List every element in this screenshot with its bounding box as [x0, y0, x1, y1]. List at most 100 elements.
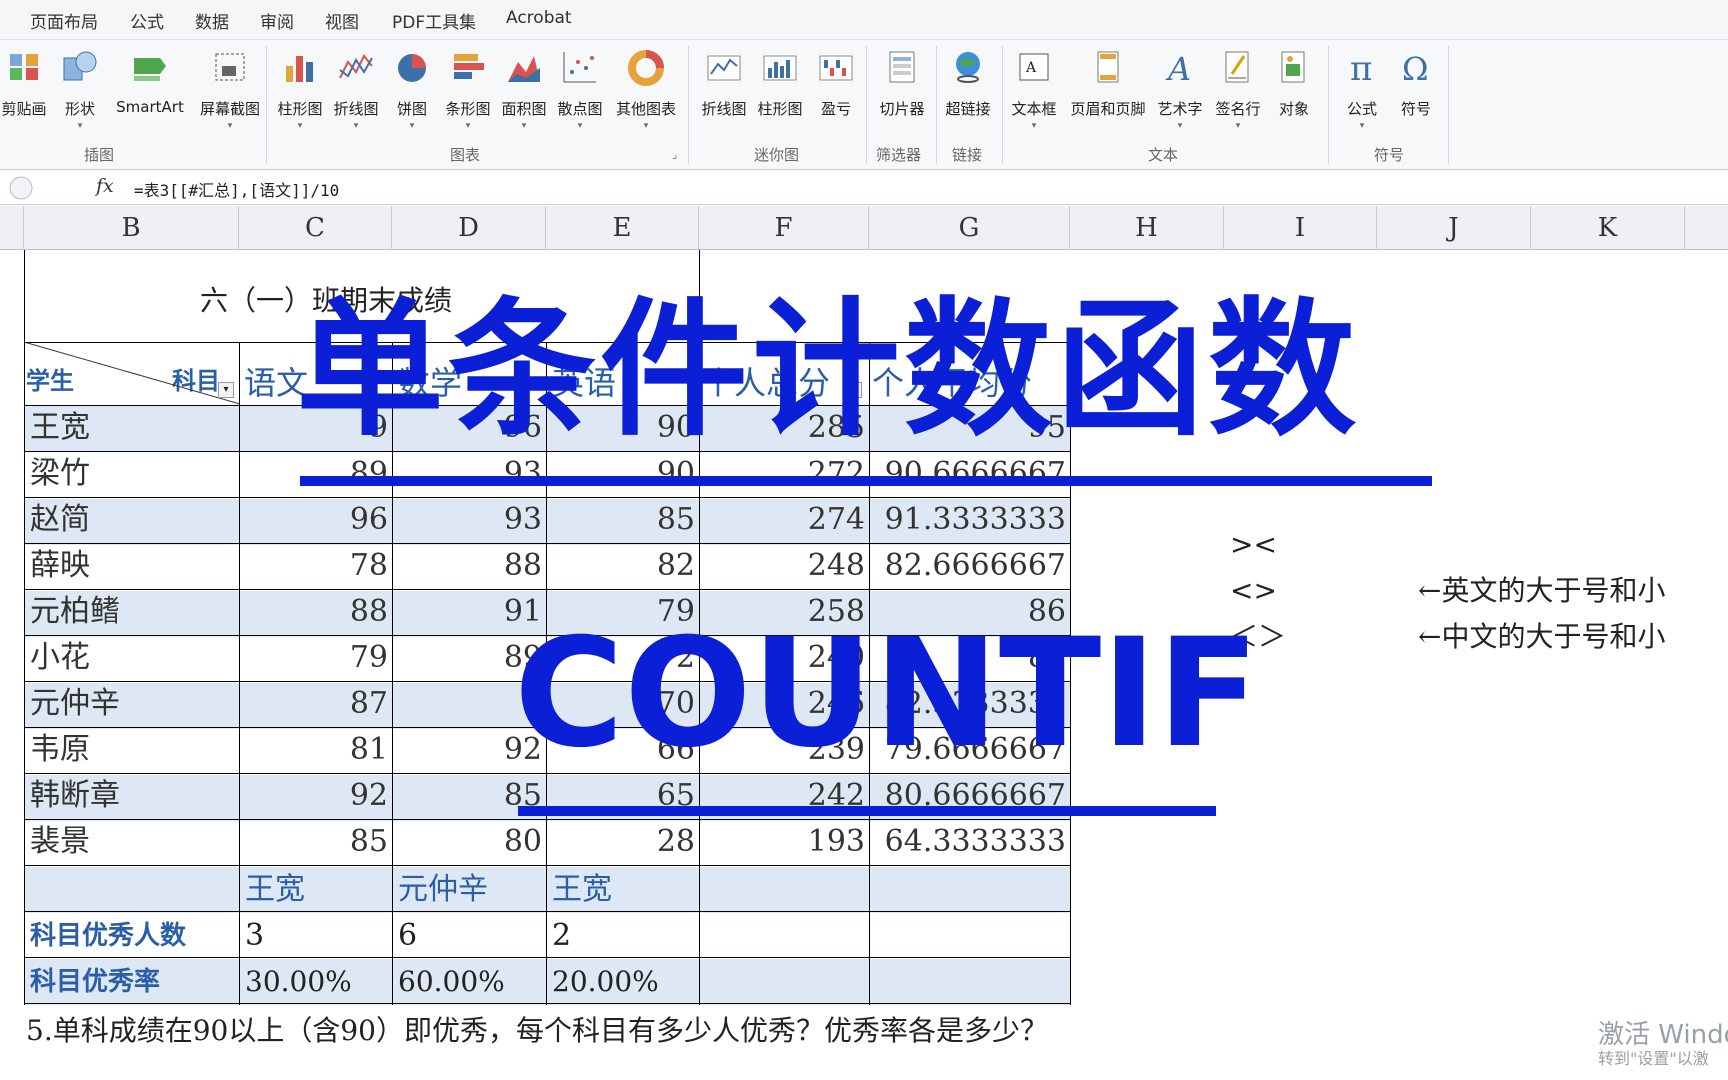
score-cell-avg[interactable]: 90.6666667	[869, 451, 1070, 497]
column-header-c[interactable]: C	[239, 206, 392, 250]
excellent-rate-math[interactable]: 60.00%	[392, 959, 546, 1005]
column-header-j[interactable]: J	[1377, 206, 1531, 250]
textbox-icon: A	[1019, 53, 1049, 81]
score-cell-chinese[interactable]: 79	[239, 635, 392, 681]
tab-data[interactable]: 数据	[195, 8, 229, 33]
hyperlink-button[interactable]: 超链接	[936, 46, 1000, 146]
header-footer-button[interactable]: 页眉和页脚	[1064, 46, 1152, 146]
formula-input[interactable]: =表3[[#汇总],[语文]]/10	[134, 177, 339, 201]
student-name-cell[interactable]: 梁竹	[24, 451, 239, 497]
shapes-button[interactable]: 形状 ▾	[48, 46, 112, 146]
wordart-button[interactable]: A 艺术字 ▾	[1148, 46, 1212, 146]
pi-icon: π	[1350, 49, 1372, 86]
screenshot-button[interactable]: 屏幕截图 ▾	[190, 46, 270, 146]
tab-acrobat[interactable]: Acrobat	[506, 8, 572, 28]
score-cell-avg[interactable]: 91.3333333	[869, 497, 1070, 543]
excellent-rate-chinese[interactable]: 30.00%	[239, 959, 392, 1005]
excellent-rate-english[interactable]: 20.00%	[546, 959, 699, 1005]
pie-chart-button[interactable]: 饼图 ▾	[380, 46, 444, 146]
textbox-button[interactable]: A 文本框 ▾	[1002, 46, 1066, 146]
namebox-scroll-icon[interactable]	[8, 175, 34, 201]
column-header-g[interactable]: G	[869, 206, 1070, 250]
symbol-button[interactable]: Ω 符号	[1384, 46, 1448, 146]
score-cell-chinese[interactable]: 92	[239, 773, 392, 819]
student-name-cell[interactable]: 裴景	[24, 819, 239, 865]
score-cell-chinese[interactable]: 89	[239, 451, 392, 497]
student-name-cell[interactable]: 王宽	[24, 405, 239, 451]
column-header-l[interactable]	[1685, 206, 1728, 250]
score-cell-total[interactable]: 248	[699, 543, 869, 589]
signature-line-button[interactable]: 签名行 ▾	[1206, 46, 1270, 146]
score-cell-chinese[interactable]: 85	[239, 819, 392, 865]
score-cell-total[interactable]: 274	[699, 497, 869, 543]
top-student-chinese[interactable]: 王宽	[239, 867, 392, 913]
column-header-i[interactable]: I	[1224, 206, 1377, 250]
group-separator	[1328, 46, 1329, 164]
student-name-cell[interactable]: 韩断章	[24, 773, 239, 819]
tab-formulas[interactable]: 公式	[130, 8, 164, 33]
column-chart-button[interactable]: 柱形图 ▾	[268, 46, 332, 146]
column-header-a[interactable]	[0, 206, 24, 250]
svg-text:π: π	[1350, 49, 1372, 86]
other-charts-button[interactable]: 其他图表 ▾	[608, 46, 684, 146]
excellent-count-chinese[interactable]: 3	[239, 913, 392, 959]
object-button[interactable]: 对象	[1262, 46, 1326, 146]
clipart-icon	[10, 54, 38, 80]
scatter-chart-button[interactable]: 散点图 ▾	[548, 46, 612, 146]
score-cell-avg[interactable]: 82.6666667	[869, 543, 1070, 589]
score-cell-total[interactable]: 193	[699, 819, 869, 865]
tab-page-layout[interactable]: 页面布局	[30, 8, 98, 33]
score-cell-english[interactable]: 90	[546, 451, 699, 497]
score-cell-math[interactable]: 93	[392, 451, 546, 497]
group-label-symbols: 符号	[1374, 146, 1405, 164]
group-label-illustrations: 插图	[84, 146, 115, 164]
sparkline-column-button[interactable]: 柱形图	[748, 46, 812, 146]
excellent-count-english[interactable]: 2	[546, 913, 699, 959]
bar-chart-button[interactable]: 条形图 ▾	[436, 46, 500, 146]
slicer-button[interactable]: 切片器	[870, 46, 934, 146]
sparkline-line-button[interactable]: 折线图	[692, 46, 756, 146]
column-header-h[interactable]: H	[1070, 206, 1224, 250]
doughnut-chart-icon	[628, 50, 664, 86]
chevron-down-icon: ▾	[465, 121, 471, 131]
score-cell-avg[interactable]: 64.3333333	[869, 819, 1070, 865]
score-cell-total[interactable]: 272	[699, 451, 869, 497]
score-cell-chinese[interactable]: 81	[239, 727, 392, 773]
student-name-cell[interactable]: 韦原	[24, 727, 239, 773]
student-name-cell[interactable]: 元柏鳍	[24, 589, 239, 635]
score-cell-math[interactable]: 80	[392, 819, 546, 865]
score-cell-chinese[interactable]: 96	[239, 497, 392, 543]
smartart-button[interactable]: SmartArt	[114, 46, 186, 146]
top-student-math[interactable]: 元仲辛	[392, 867, 546, 913]
line-chart-button[interactable]: 折线图 ▾	[324, 46, 388, 146]
fx-icon[interactable]: fx	[96, 175, 114, 197]
top-student-english[interactable]: 王宽	[546, 867, 699, 913]
omega-icon: Ω	[1402, 50, 1429, 86]
excellent-count-math[interactable]: 6	[392, 913, 546, 959]
score-cell-chinese[interactable]: 78	[239, 543, 392, 589]
column-header-d[interactable]: D	[392, 206, 546, 250]
student-name-cell[interactable]: 小花	[24, 635, 239, 681]
student-name-cell[interactable]: 赵简	[24, 497, 239, 543]
column-header-b[interactable]: B	[24, 206, 239, 250]
dialog-launcher-icon[interactable]: ⌟	[672, 148, 677, 161]
column-header-f[interactable]: F	[699, 206, 869, 250]
score-cell-chinese[interactable]: 88	[239, 589, 392, 635]
score-cell-math[interactable]: 88	[392, 543, 546, 589]
student-name-cell[interactable]: 元仲辛	[24, 681, 239, 727]
column-header-k[interactable]: K	[1531, 206, 1685, 250]
wordart-icon: A	[1165, 50, 1191, 86]
score-cell-english[interactable]: 28	[546, 819, 699, 865]
student-name-cell[interactable]: 薛映	[24, 543, 239, 589]
filter-dropdown-icon[interactable]: ▾	[218, 382, 234, 398]
tab-review[interactable]: 审阅	[260, 8, 294, 33]
tab-view[interactable]: 视图	[325, 8, 359, 33]
sparkline-winloss-button[interactable]: 盈亏	[804, 46, 868, 146]
score-cell-english[interactable]: 85	[546, 497, 699, 543]
column-header-e[interactable]: E	[546, 206, 699, 250]
score-cell-english[interactable]: 82	[546, 543, 699, 589]
tab-pdf-tools[interactable]: PDF工具集	[392, 8, 476, 33]
area-chart-button[interactable]: 面积图 ▾	[492, 46, 556, 146]
score-cell-chinese[interactable]: 87	[239, 681, 392, 727]
score-cell-math[interactable]: 93	[392, 497, 546, 543]
